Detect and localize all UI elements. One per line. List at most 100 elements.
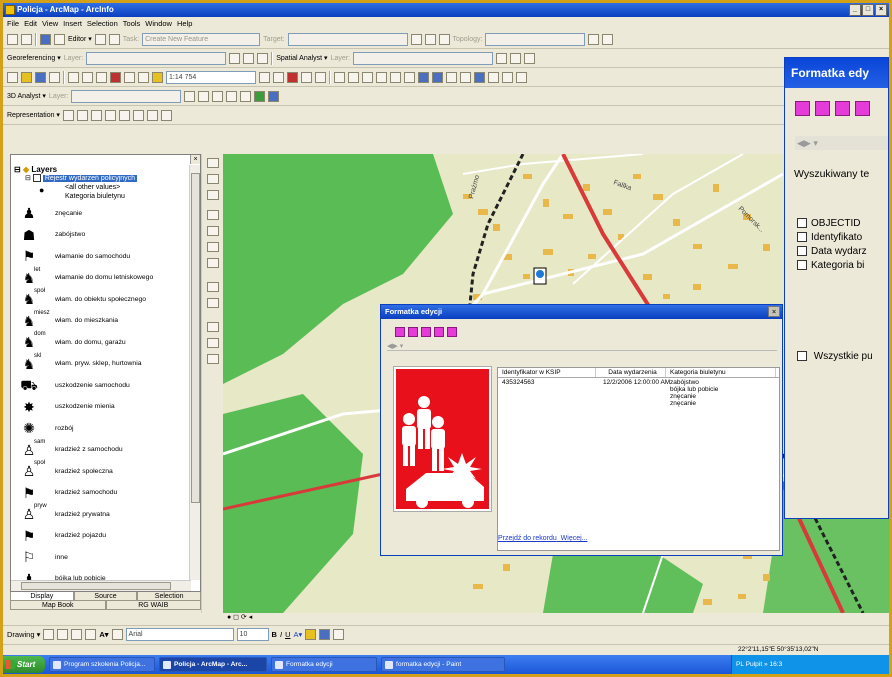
tool-icon[interactable] [207, 190, 219, 200]
underline-button[interactable]: U [285, 630, 290, 639]
tool-icon[interactable] [207, 298, 219, 308]
dialog-tool-icon[interactable] [795, 101, 810, 116]
fill-color-icon[interactable] [305, 629, 317, 640]
tool-icon[interactable] [315, 71, 326, 83]
tool-icon[interactable] [268, 90, 280, 102]
taskbar-item[interactable]: Formatka edycji [271, 657, 377, 672]
tool-icon[interactable] [118, 109, 130, 121]
tool-icon[interactable] [287, 71, 298, 83]
georef-layer-dropdown[interactable] [86, 51, 227, 65]
layout-view-buttons-icon[interactable]: ● ◻ ⟳ ◂ [223, 614, 252, 621]
spatial-analyst-menu-button[interactable]: Spatial Analyst ▾ [276, 54, 327, 62]
field-checkbox[interactable] [797, 246, 807, 257]
tool-icon[interactable] [132, 109, 144, 121]
full-extent-icon[interactable] [404, 71, 415, 83]
map-scale-input[interactable]: 1:14 754 [166, 70, 256, 84]
legend-item[interactable]: ⚐ inne [17, 547, 189, 567]
font-size-dropdown[interactable]: 10 [236, 628, 269, 641]
tool-icon[interactable] [146, 109, 158, 121]
tool-icon[interactable] [424, 33, 436, 45]
zoom-to-selected-icon[interactable] [71, 629, 83, 640]
tool-icon[interactable] [226, 90, 238, 102]
cut-icon[interactable] [68, 71, 79, 83]
tool-icon[interactable] [54, 33, 65, 45]
tool-icon[interactable] [273, 71, 284, 83]
legend-item[interactable]: ♞ miesz włam. do mieszkania [17, 310, 189, 331]
tool-icon[interactable] [259, 71, 270, 83]
layer-visibility-checkbox[interactable] [32, 174, 41, 183]
legend-item[interactable]: ✸ uszkodzenie mienia [17, 397, 189, 417]
tool-icon[interactable] [207, 174, 219, 184]
map-page-navigation[interactable]: ● ◻ ⟳ ◂ [223, 613, 889, 623]
tool-icon[interactable] [90, 109, 102, 121]
tool-icon[interactable] [410, 33, 422, 45]
navigation-arrows-icon[interactable]: ◀▶ ▾ [795, 136, 888, 150]
tool-icon[interactable] [438, 33, 450, 45]
select-features-icon[interactable] [446, 71, 457, 83]
table-cell-category[interactable]: znęcanie [670, 400, 696, 407]
save-icon[interactable] [35, 71, 46, 83]
tool-icon[interactable] [62, 109, 74, 121]
representation-menu-button[interactable]: Representation ▾ [7, 111, 60, 119]
menu-edit[interactable]: Edit [24, 19, 37, 28]
column-header[interactable]: Kategoria biuletynu [666, 368, 776, 377]
copy-icon[interactable] [82, 71, 93, 83]
legend-item[interactable]: ⚑ kradzież pojazdu [17, 526, 189, 546]
all-fields-option[interactable]: Wszystkie pu [797, 351, 873, 362]
tab-display[interactable]: Display [10, 592, 74, 601]
font-color-icon[interactable]: A▾ [293, 630, 302, 639]
tool-icon[interactable] [207, 282, 219, 292]
layer-row[interactable]: ⊟ Rejestr wydarzeń policyjnych [25, 174, 138, 183]
font-family-dropdown[interactable]: Arial [125, 628, 234, 641]
field-option[interactable]: Data wydarz [797, 246, 867, 257]
tool-icon[interactable] [240, 90, 252, 102]
layers-root[interactable]: ⊟ ◆ Layers [14, 165, 57, 174]
tab-map-book[interactable]: Map Book [10, 601, 106, 610]
tool-icon[interactable] [207, 258, 219, 268]
tool-icon[interactable] [207, 354, 219, 364]
edit-vertices-icon[interactable] [111, 629, 123, 640]
3d-layer-dropdown[interactable] [71, 89, 182, 103]
taskbar-item[interactable]: formatka edycji - Paint [381, 657, 505, 672]
legend-item[interactable]: ♞ społ włam. do obiektu społecznego [17, 288, 189, 309]
spatial-layer-dropdown[interactable] [353, 51, 494, 65]
rotate-icon[interactable] [57, 629, 69, 640]
italic-button[interactable]: I [280, 630, 282, 639]
marker-color-icon[interactable] [333, 629, 345, 640]
maximize-button[interactable]: □ [862, 4, 874, 16]
editor-menu-button[interactable]: Editor ▾ [68, 35, 92, 43]
field-option[interactable]: Kategoria bi [797, 260, 864, 271]
legend-item[interactable]: ♞ dom włam. do domu, garażu [17, 331, 189, 352]
scroll-thumb[interactable] [191, 173, 200, 503]
field-checkbox[interactable] [797, 260, 807, 271]
tool-icon[interactable] [207, 338, 219, 348]
legend-item[interactable]: ⚑ włamanie do samochodu [17, 246, 189, 266]
legend-item[interactable]: ♙ sam kradzież z samochodu [17, 439, 189, 460]
tool-icon[interactable] [301, 71, 312, 83]
dialog-tool-icon[interactable] [421, 327, 431, 337]
table-cell-date[interactable]: 12/2/2006 12:00:00 AM [603, 379, 670, 386]
tool-icon[interactable] [160, 109, 172, 121]
target-dropdown[interactable] [287, 32, 408, 46]
dialog-title[interactable]: Formatka edy [785, 58, 888, 88]
legend-item[interactable]: ♙ pryw kradzież prywatna [17, 503, 189, 524]
edit-tool-icon[interactable] [94, 33, 106, 45]
legend-item[interactable]: ♙ społ kradzież społeczna [17, 460, 189, 481]
field-checkbox[interactable] [797, 218, 807, 229]
tool-icon[interactable] [207, 226, 219, 236]
identify-icon[interactable] [474, 71, 485, 83]
measure-icon[interactable] [502, 71, 513, 83]
tool-icon[interactable] [243, 52, 255, 64]
legend-item[interactable]: ☗ zabójstwo [17, 225, 189, 245]
legend-item[interactable]: ♟ znęcanie [17, 203, 189, 223]
print-icon[interactable] [49, 71, 60, 83]
topology-dropdown[interactable] [485, 32, 586, 46]
tool-icon[interactable] [257, 52, 269, 64]
zoom-in-icon[interactable] [334, 71, 345, 83]
tool-icon[interactable] [588, 33, 600, 45]
menu-tools[interactable]: Tools [123, 19, 141, 28]
new-text-icon[interactable]: A▾ [99, 630, 108, 639]
tool-icon[interactable] [207, 322, 219, 332]
legend-item[interactable]: ⚑ kradzież samochodu [17, 483, 189, 503]
tab-source[interactable]: Source [73, 592, 138, 601]
